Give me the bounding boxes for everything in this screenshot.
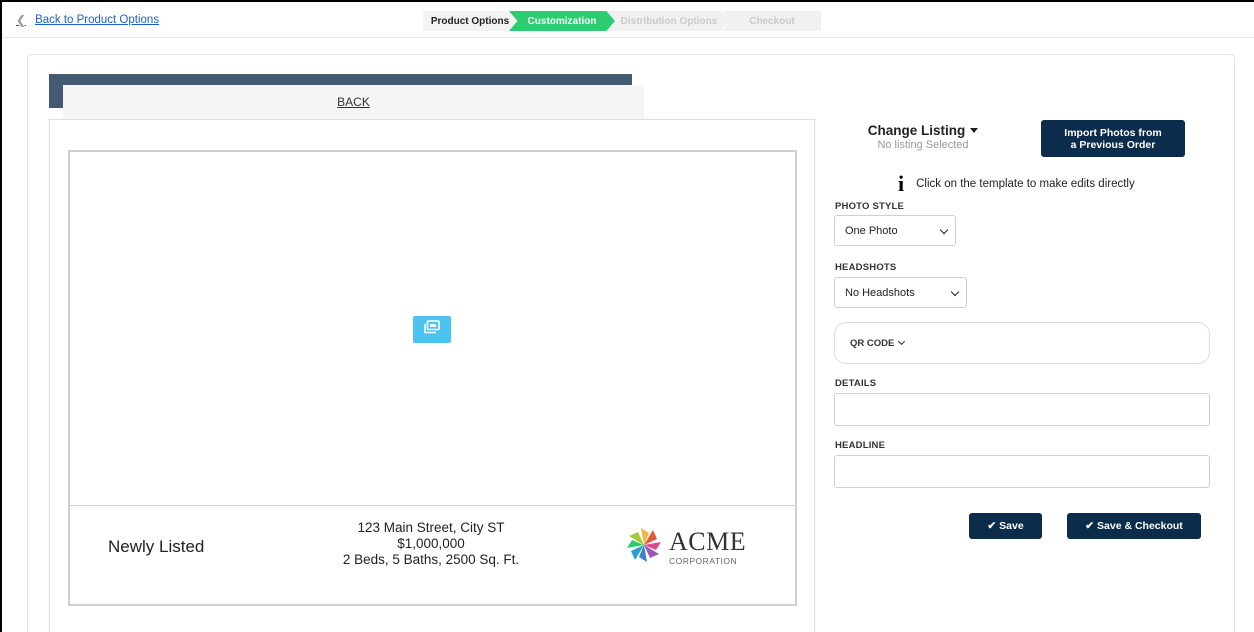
add-photo-button[interactable] bbox=[413, 316, 451, 343]
details-input[interactable] bbox=[834, 393, 1210, 426]
change-listing-dropdown[interactable]: Change Listing bbox=[848, 123, 998, 138]
qr-code-label: QR CODE bbox=[850, 337, 895, 349]
postcard-price: $1,000,000 bbox=[397, 536, 465, 551]
company-logo[interactable]: ACME CORPORATION bbox=[625, 526, 746, 569]
save-label: Save bbox=[999, 520, 1024, 532]
photo-style-label: PHOTO STYLE bbox=[835, 201, 905, 212]
logo-subtitle: CORPORATION bbox=[669, 556, 738, 567]
postcard-specs: 2 Beds, 5 Baths, 2500 Sq. Ft. bbox=[342, 552, 520, 567]
gallery-icon bbox=[424, 320, 440, 339]
qr-code-toggle[interactable]: QR CODE bbox=[834, 322, 1210, 364]
chevron-down-icon bbox=[939, 225, 949, 235]
save-button[interactable]: ✔ Save bbox=[969, 513, 1042, 539]
photo-style-value: One Photo bbox=[845, 224, 898, 237]
postcard-listing-info[interactable]: 123 Main Street, City ST $1,000,000 2 Be… bbox=[306, 520, 556, 568]
postcard-headline[interactable]: Newly Listed bbox=[108, 537, 204, 557]
details-label: DETAILS bbox=[835, 378, 877, 389]
top-bar: ❮ Back to Product Options Product Option… bbox=[2, 2, 1254, 38]
headshots-label: HEADSHOTS bbox=[835, 262, 897, 273]
tab-back[interactable]: BACK bbox=[63, 85, 644, 119]
logo-name: ACME bbox=[669, 527, 747, 557]
headline-input[interactable] bbox=[834, 455, 1210, 488]
headline-label: HEADLINE bbox=[835, 440, 886, 451]
step-product-options[interactable]: Product Options bbox=[423, 11, 517, 31]
check-icon: ✔ bbox=[1085, 520, 1095, 532]
import-photos-button[interactable]: Import Photos from a Previous Order bbox=[1041, 120, 1185, 157]
listing-status: No listing Selected bbox=[877, 139, 969, 151]
headshots-select[interactable]: No Headshots bbox=[834, 277, 967, 308]
save-checkout-button[interactable]: ✔ Save & Checkout bbox=[1067, 513, 1201, 539]
photo-area[interactable] bbox=[70, 152, 795, 506]
back-to-product-options-link[interactable]: ❮ Back to Product Options bbox=[16, 13, 159, 27]
caret-down-icon bbox=[970, 128, 979, 133]
chevron-down-icon bbox=[898, 337, 906, 346]
back-link-label[interactable]: Back to Product Options bbox=[35, 14, 159, 26]
change-listing[interactable]: Change Listing No listing Selected bbox=[848, 123, 998, 151]
info-icon: i bbox=[898, 171, 905, 196]
headshots-value: No Headshots bbox=[845, 286, 915, 299]
chevron-left-icon: ❮ bbox=[16, 13, 27, 27]
save-checkout-label: Save & Checkout bbox=[1097, 520, 1183, 532]
step-distribution-options: Distribution Options bbox=[607, 11, 731, 31]
change-listing-label: Change Listing bbox=[867, 123, 966, 138]
side-tabs: FRONT BACK bbox=[49, 74, 1213, 119]
pinwheel-logo-icon bbox=[625, 526, 663, 569]
chevron-down-icon bbox=[950, 287, 960, 297]
step-customization[interactable]: Customization bbox=[509, 11, 615, 31]
import-photos-line2: a Previous Order bbox=[1070, 138, 1156, 151]
progress-steps: Product Options Customization Distributi… bbox=[423, 11, 821, 31]
edit-hint: i Click on the template to make edits di… bbox=[898, 173, 1135, 195]
photo-style-select[interactable]: One Photo bbox=[834, 215, 956, 246]
step-checkout: Checkout bbox=[723, 11, 821, 31]
postcard-template[interactable]: Newly Listed 123 Main Street, City ST $1… bbox=[68, 150, 797, 606]
postcard-address: 123 Main Street, City ST bbox=[357, 520, 505, 535]
check-icon: ✔ bbox=[987, 520, 997, 532]
import-photos-line1: Import Photos from bbox=[1064, 126, 1162, 139]
edit-hint-text: Click on the template to make edits dire… bbox=[916, 178, 1135, 190]
